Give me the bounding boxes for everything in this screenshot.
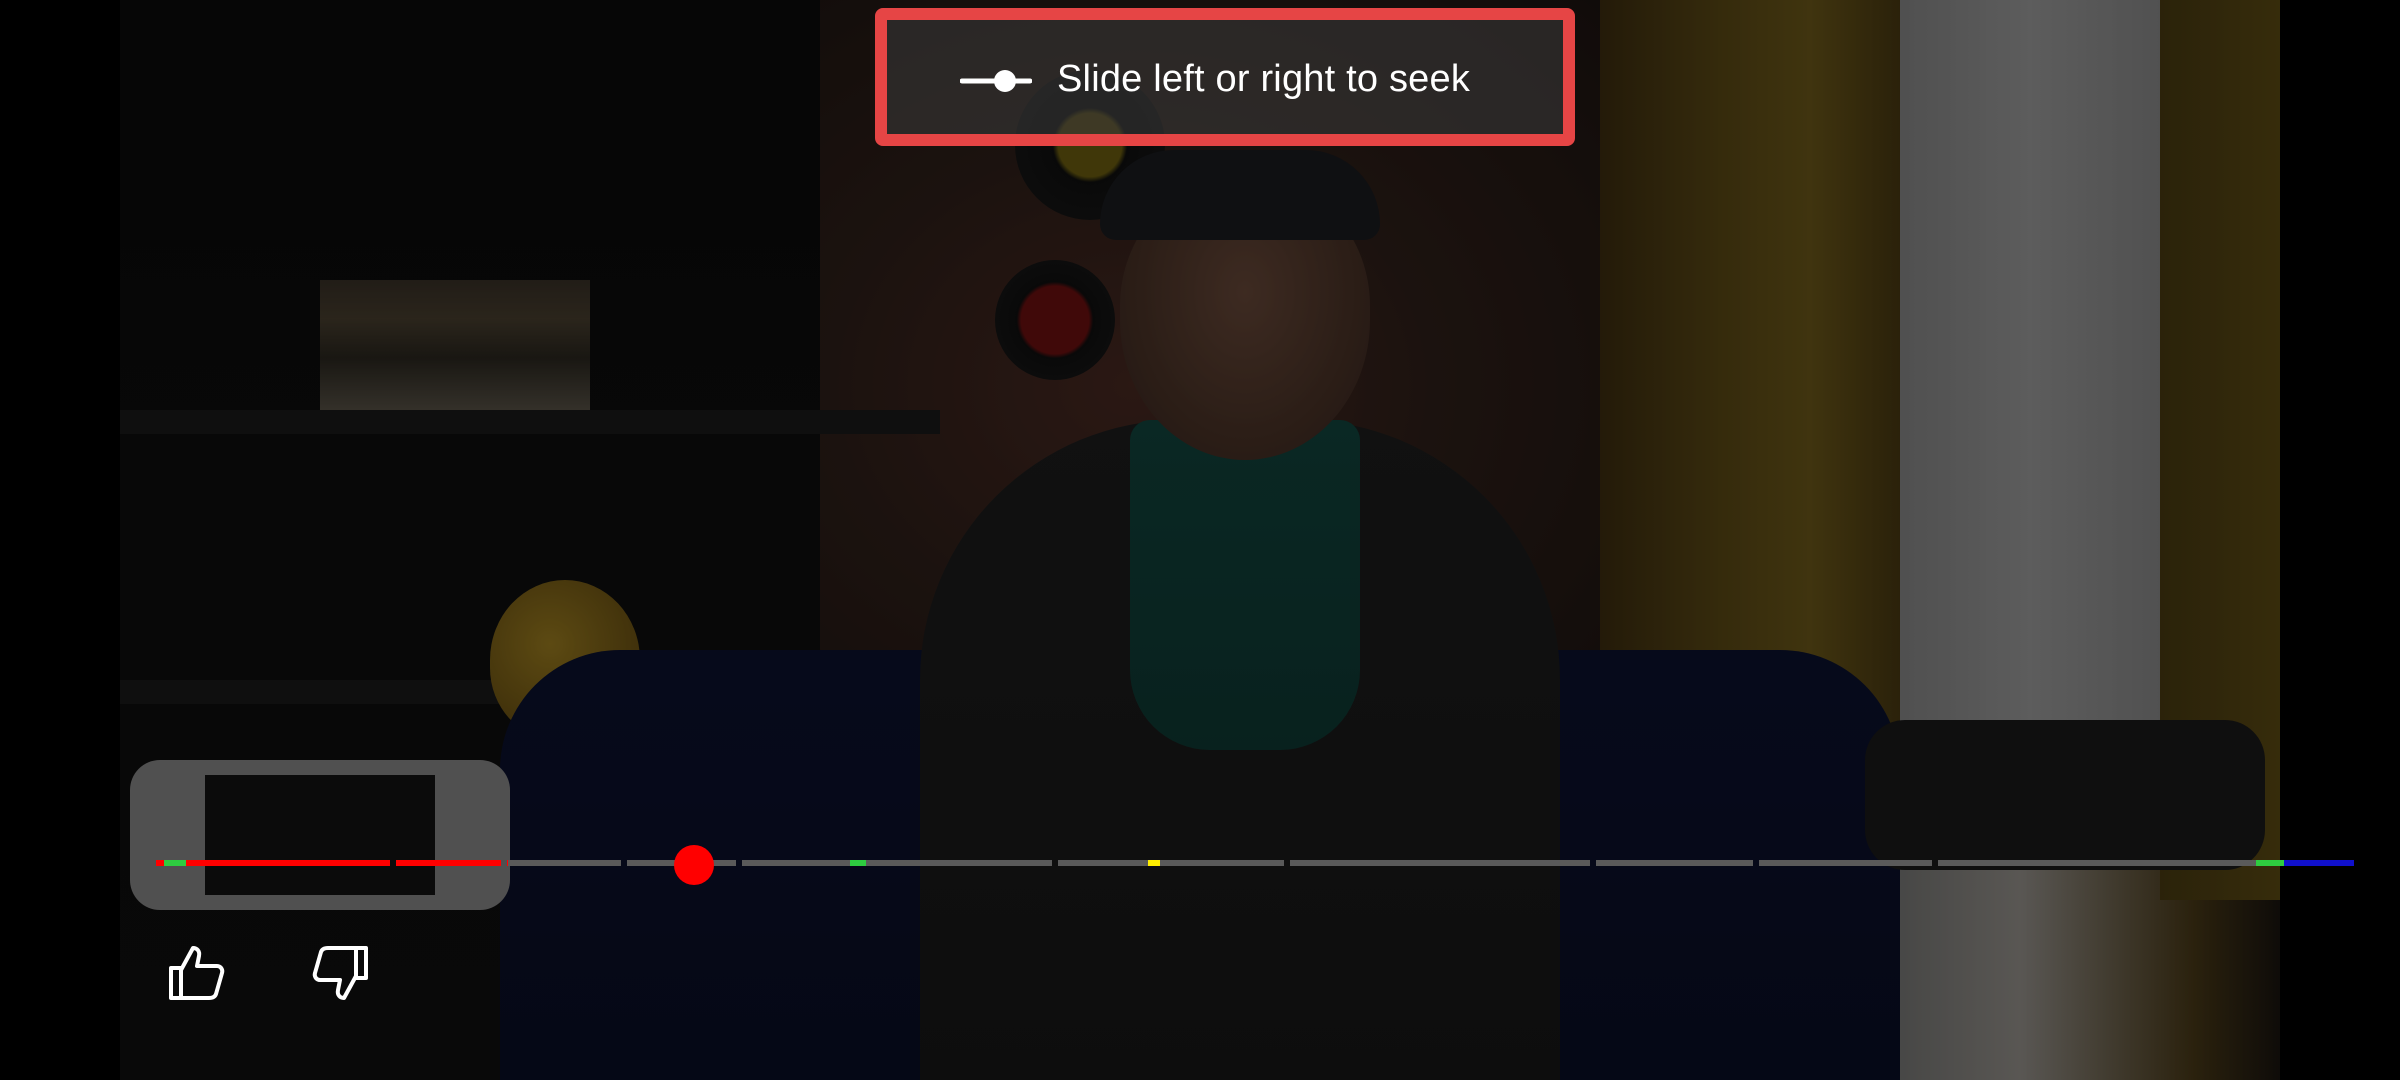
seek-bar[interactable] xyxy=(156,860,2354,866)
scrub-thumb[interactable] xyxy=(674,845,714,885)
video-frame[interactable] xyxy=(120,0,2280,1080)
like-button[interactable] xyxy=(160,937,232,1009)
slider-icon xyxy=(960,70,1032,92)
seek-bar-marker xyxy=(850,860,866,866)
seek-bar-segment xyxy=(508,860,621,866)
seek-hint-banner: Slide left or right to seek xyxy=(875,8,1575,146)
seek-bar-segment xyxy=(1290,860,1590,866)
dislike-button[interactable] xyxy=(305,937,377,1009)
seek-bar-segment xyxy=(396,860,501,866)
thumbs-up-icon xyxy=(169,946,225,1000)
video-player-screen[interactable]: Slide left or right to seek xyxy=(0,0,2400,1080)
thumbs-down-icon xyxy=(312,946,368,1000)
seek-bar-marker xyxy=(2284,860,2354,866)
seek-bar-marker xyxy=(1148,860,1160,866)
controls-dim-overlay xyxy=(120,0,2280,1080)
seek-bar-segment xyxy=(156,860,390,866)
seek-bar-segment xyxy=(1596,860,1753,866)
seek-bar-segment xyxy=(1759,860,1932,866)
seek-hint-text: Slide left or right to seek xyxy=(1057,58,1471,100)
seek-bar-marker xyxy=(164,860,186,866)
seek-bar-segment xyxy=(742,860,1052,866)
seek-bar-marker xyxy=(2256,860,2284,866)
seek-bar-segment xyxy=(1058,860,1284,866)
